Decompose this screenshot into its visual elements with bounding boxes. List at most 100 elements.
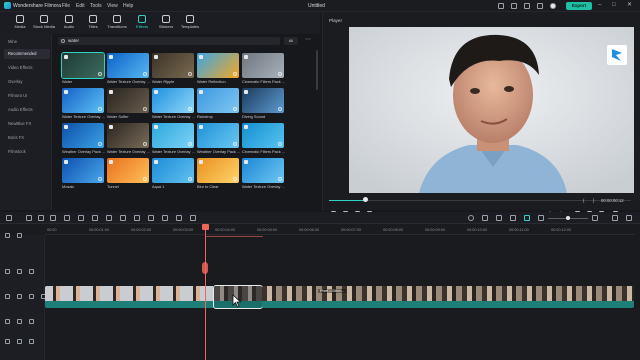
lock-icon[interactable] — [17, 269, 22, 274]
effect-thumbnail[interactable] — [107, 88, 149, 113]
crop-icon[interactable] — [78, 215, 84, 221]
favorite-icon[interactable] — [244, 90, 248, 94]
favorite-icon[interactable] — [199, 90, 203, 94]
tab-effects[interactable]: Effects — [130, 12, 154, 34]
video-clip[interactable] — [45, 286, 215, 308]
tab-stickers[interactable]: Stickers — [154, 12, 178, 34]
sidebar-item-filmstock[interactable]: Filmstock — [4, 147, 50, 157]
tab-stock-media[interactable]: Stock Media — [32, 12, 56, 34]
sidebar-item-recommended[interactable]: Recommended — [4, 49, 50, 59]
zoom-handle[interactable] — [566, 216, 570, 220]
download-icon[interactable] — [188, 142, 192, 146]
sidebar-item-newblue-fx[interactable]: NewBlue FX — [4, 119, 50, 129]
eye-icon[interactable] — [29, 294, 34, 299]
sidebar-item-overlay[interactable]: Overlay — [4, 77, 50, 87]
delete-icon[interactable] — [50, 215, 56, 221]
mark-out-icon[interactable]: } — [593, 198, 594, 203]
favorite-icon[interactable] — [109, 125, 113, 129]
add-track-icon[interactable] — [5, 233, 10, 238]
eye-icon[interactable] — [29, 269, 34, 274]
favorite-icon[interactable] — [154, 160, 158, 164]
cloud-icon[interactable] — [524, 3, 530, 9]
speaker-icon[interactable] — [29, 339, 34, 344]
more-options-icon[interactable]: ⋯ — [305, 37, 311, 44]
favorite-icon[interactable] — [154, 125, 158, 129]
keyframe-icon[interactable] — [176, 215, 182, 221]
favorite-icon[interactable] — [199, 125, 203, 129]
redo-icon[interactable] — [38, 215, 44, 221]
favorite-icon[interactable] — [64, 90, 68, 94]
lock-icon[interactable] — [17, 319, 22, 324]
download-icon[interactable] — [233, 107, 237, 111]
mark-in-icon[interactable]: { — [583, 198, 584, 203]
effect-thumbnail[interactable] — [62, 158, 104, 183]
tab-media[interactable]: Media — [8, 12, 32, 34]
download-icon[interactable] — [278, 177, 282, 181]
effect-thumbnail[interactable] — [197, 53, 239, 78]
playback-progress-track[interactable] — [329, 200, 631, 201]
tab-templates[interactable]: Templates — [178, 12, 202, 34]
sidebar-item-video-effects[interactable]: Video Effects — [4, 63, 50, 73]
download-icon[interactable] — [188, 107, 192, 111]
split-icon[interactable] — [64, 215, 70, 221]
download-icon[interactable] — [233, 177, 237, 181]
effect-thumbnail[interactable] — [197, 88, 239, 113]
favorite-icon[interactable] — [244, 160, 248, 164]
crown-icon[interactable] — [498, 3, 504, 9]
shield-icon[interactable] — [482, 215, 488, 221]
effect-thumbnail[interactable] — [242, 158, 284, 183]
effect-thumbnail[interactable] — [242, 123, 284, 148]
favorite-icon[interactable] — [154, 55, 158, 59]
download-icon[interactable] — [233, 72, 237, 76]
menu-tools[interactable]: Tools — [90, 3, 102, 9]
download-icon[interactable] — [143, 142, 147, 146]
minimize-button[interactable]: – — [598, 2, 601, 9]
effect-thumbnail[interactable] — [62, 123, 104, 148]
effect-thumbnail[interactable] — [197, 123, 239, 148]
speed-icon[interactable] — [92, 215, 98, 221]
mask-icon[interactable] — [162, 215, 168, 221]
download-icon[interactable] — [143, 72, 147, 76]
favorite-icon[interactable] — [109, 160, 113, 164]
sidebar-item-mine[interactable]: Mine — [4, 37, 50, 47]
lock-icon[interactable] — [17, 339, 22, 344]
effect-thumbnail[interactable] — [152, 123, 194, 148]
zoom-out-icon[interactable] — [538, 215, 544, 221]
favorite-icon[interactable] — [244, 125, 248, 129]
menu-file[interactable]: File — [62, 3, 70, 9]
gift-icon[interactable] — [511, 3, 517, 9]
download-icon[interactable] — [98, 72, 102, 76]
effect-thumbnail[interactable] — [61, 52, 105, 79]
snap-icon[interactable] — [524, 215, 530, 221]
effect-thumbnail[interactable] — [62, 88, 104, 113]
close-button[interactable]: ✕ — [627, 2, 632, 9]
download-icon[interactable] — [143, 177, 147, 181]
export-button[interactable]: Export — [566, 2, 592, 10]
motion-icon[interactable] — [190, 215, 196, 221]
download-icon[interactable] — [278, 107, 282, 111]
lock-icon[interactable] — [17, 294, 22, 299]
search-input[interactable]: water — [58, 37, 280, 45]
effect-thumbnail[interactable] — [107, 158, 149, 183]
eye-icon[interactable] — [29, 319, 34, 324]
menu-help[interactable]: Help — [123, 3, 133, 9]
avatar[interactable] — [550, 3, 556, 9]
effect-thumbnail[interactable] — [107, 53, 149, 78]
zoom-in-icon[interactable] — [592, 215, 598, 221]
filter-dropdown[interactable]: All — [284, 37, 298, 45]
layout-icon[interactable] — [6, 215, 12, 221]
favorite-icon[interactable] — [64, 55, 68, 59]
effect-thumbnail[interactable] — [197, 158, 239, 183]
favorite-icon[interactable] — [64, 125, 68, 129]
effect-thumbnail[interactable] — [242, 53, 284, 78]
download-icon[interactable] — [98, 142, 102, 146]
download-icon[interactable] — [188, 177, 192, 181]
menu-view[interactable]: View — [107, 3, 118, 9]
video-clip[interactable]: Pixel - Glitch... — [262, 286, 634, 308]
playhead-line[interactable] — [205, 224, 206, 360]
favorite-icon[interactable] — [244, 55, 248, 59]
download-icon[interactable] — [278, 142, 282, 146]
color-icon[interactable] — [120, 215, 126, 221]
effect-thumbnail[interactable] — [152, 158, 194, 183]
undo-icon[interactable] — [26, 215, 32, 221]
